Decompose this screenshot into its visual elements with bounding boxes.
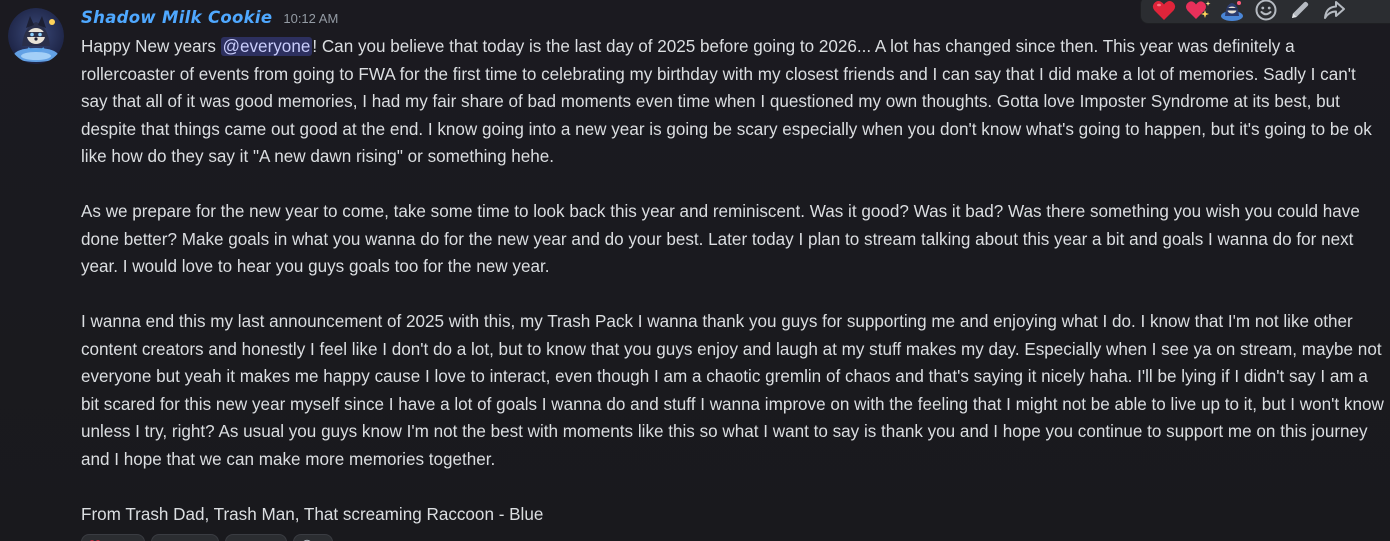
discord-message-view: Shadow Milk Cookie 10:12 AM Happy New ye… <box>0 0 1390 541</box>
message-paragraph: As we prepare for the new year to come, … <box>81 202 1360 276</box>
message-header: Shadow Milk Cookie 10:12 AM <box>81 8 338 32</box>
avatar-image <box>8 8 64 64</box>
message-action-toolbar <box>1140 0 1390 24</box>
heart-reaction-button[interactable] <box>1149 0 1179 23</box>
message-timestamp[interactable]: 10:12 AM <box>283 11 338 26</box>
reaction-heart[interactable] <box>81 534 145 541</box>
author-username[interactable]: Shadow Milk Cookie <box>81 8 272 27</box>
everyone-mention[interactable]: @everyone <box>220 37 313 56</box>
reply-button[interactable] <box>1319 0 1349 23</box>
message-content: Happy New years @everyone! Can you belie… <box>81 33 1387 528</box>
chat-message: Shadow Milk Cookie 10:12 AM Happy New ye… <box>0 0 1390 541</box>
reaction-custom-emoji[interactable] <box>151 534 219 541</box>
reply-arrow-icon <box>1324 1 1345 19</box>
edit-message-button[interactable] <box>1285 0 1315 23</box>
add-reaction-button[interactable] <box>1251 0 1281 23</box>
reaction-custom-emoji[interactable] <box>225 534 287 541</box>
heart-reaction-icon <box>1152 1 1176 21</box>
message-reactions <box>81 534 333 541</box>
message-signature: From Trash Dad, Trash Man, That screamin… <box>81 504 544 524</box>
add-reaction-icon <box>1255 0 1277 21</box>
add-reaction-chip[interactable] <box>293 534 333 541</box>
sparkling-heart-reaction-icon <box>1185 1 1211 19</box>
message-paragraph: I wanna end this my last announcement of… <box>81 312 1384 469</box>
message-paragraph: Happy New years @everyone! Can you belie… <box>81 33 1387 171</box>
custom-emoji-reaction-button[interactable] <box>1217 0 1247 23</box>
paragraph-text-after-mention: ! Can you believe that today is the last… <box>81 37 1372 166</box>
sparkling-heart-reaction-button[interactable] <box>1183 0 1213 23</box>
edit-pencil-icon <box>1292 1 1309 18</box>
custom-emoji-reaction-icon <box>1221 1 1243 21</box>
avatar[interactable] <box>8 8 64 64</box>
paragraph-text-before-mention: Happy New years <box>81 37 221 56</box>
